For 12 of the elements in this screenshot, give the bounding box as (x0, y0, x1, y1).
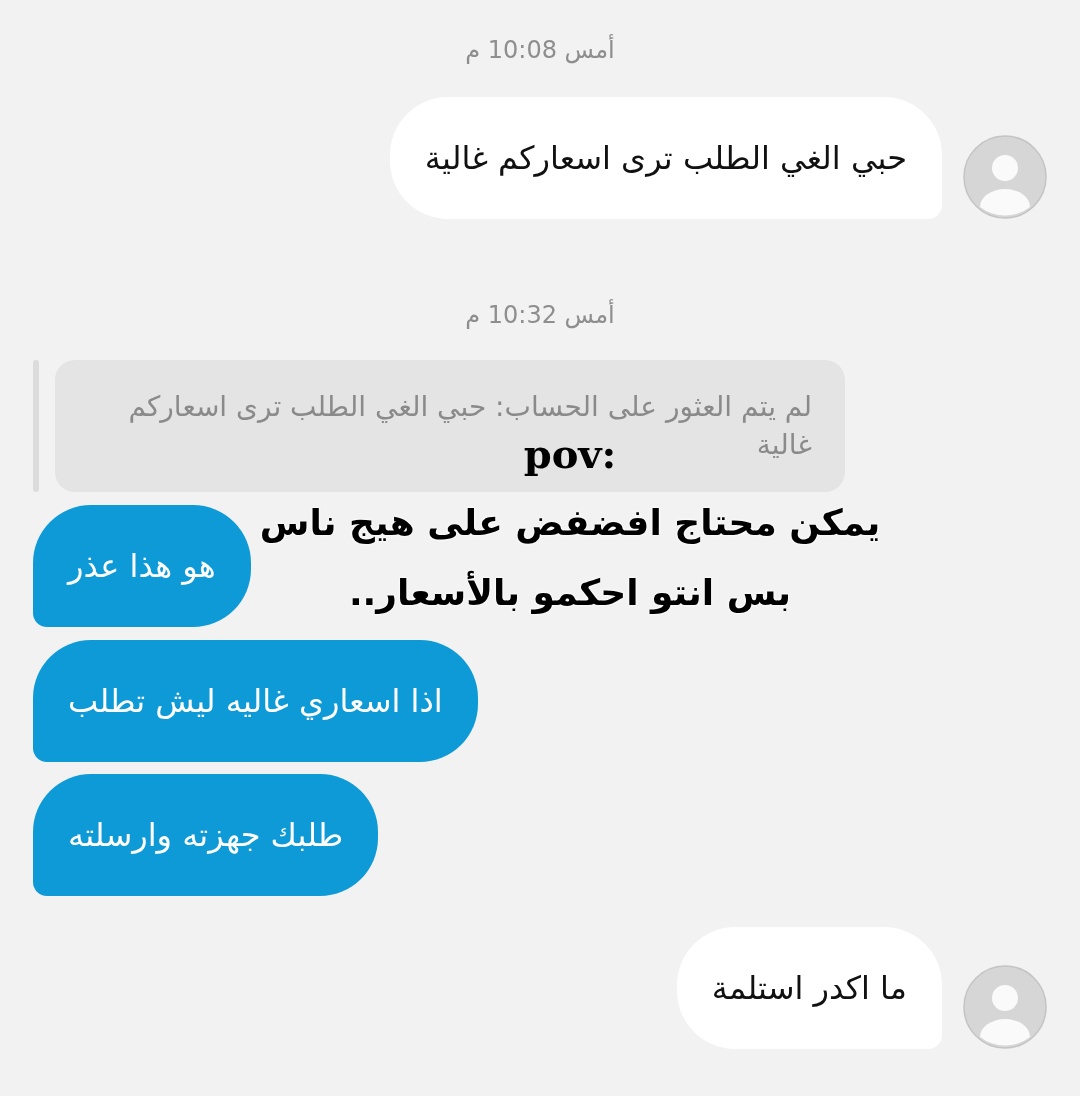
message-bubble: هو هذا عذر (33, 505, 251, 627)
message-bubble: طلبك جهزته وارسلته (33, 774, 379, 896)
message-bubble: حبي الغي الطلب ترى اسعاركم غالية (389, 97, 942, 219)
message-bubble: ما اكدر استلمة (676, 927, 942, 1049)
timestamp: أمس 10:08 م (465, 35, 615, 65)
message-bubble: اذا اسعاري غاليه ليش تطلب (33, 639, 478, 762)
caption-line: بس انتو احكمو بالأسعار.. (348, 569, 792, 616)
timestamp: أمس 10:32 م (465, 300, 615, 330)
avatar-icon[interactable] (963, 965, 1047, 1049)
caption-line: يمكن محتاج افضفض على هيج ناس (259, 501, 881, 546)
avatar-icon[interactable] (963, 135, 1047, 219)
caption-title: pov: (523, 429, 617, 479)
